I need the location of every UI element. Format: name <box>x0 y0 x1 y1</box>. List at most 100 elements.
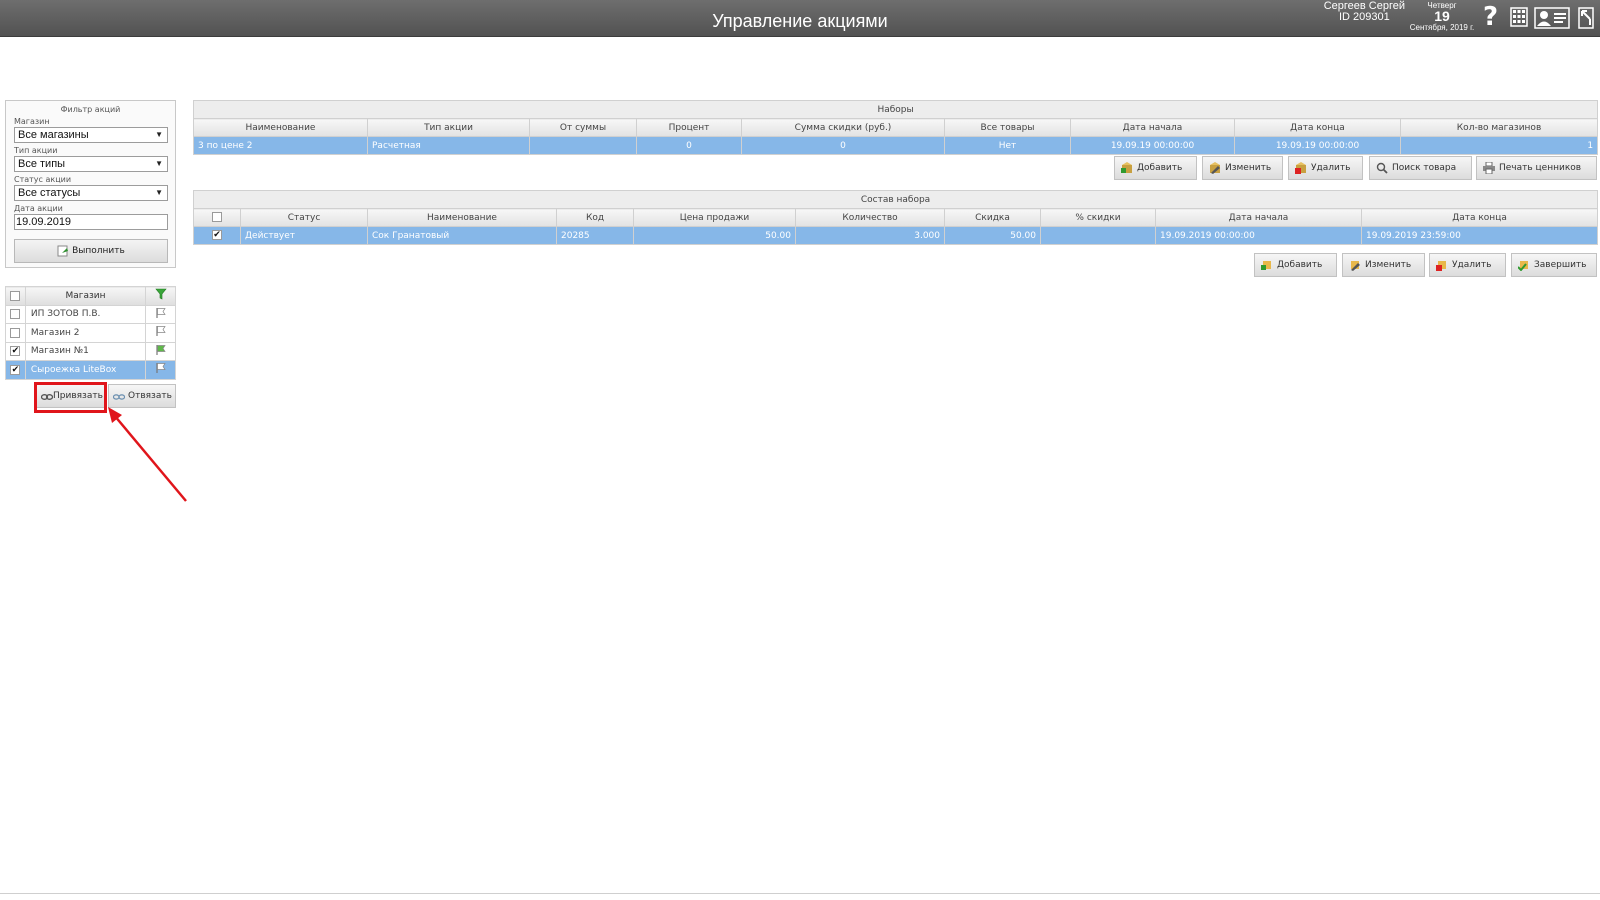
add-item-button[interactable]: Добавить <box>1254 253 1337 277</box>
row-checkbox[interactable]: ✔ <box>193 226 241 245</box>
footer-divider <box>0 893 1600 894</box>
add-label: Добавить <box>1137 163 1183 173</box>
stores-table: Магазин ИП ЗОТОВ П.В. Магазин 2 ✔ Магазин №… <box>5 286 176 380</box>
flag-icon[interactable] <box>145 341 176 361</box>
store-checkbox[interactable] <box>5 323 26 343</box>
highlight-frame <box>34 382 107 413</box>
column-header[interactable]: Скидка <box>944 208 1041 227</box>
column-header[interactable]: Тип акции <box>367 118 530 137</box>
print-label: Печать ценников <box>1499 163 1582 173</box>
table-cell: Расчетная <box>367 136 530 155</box>
column-header[interactable]: Дата начала <box>1155 208 1362 227</box>
flag-icon[interactable] <box>145 304 176 324</box>
table-cell: 0 <box>636 136 742 155</box>
dropdown-arrow-icon: ▼ <box>155 188 163 197</box>
store-column-header[interactable]: Магазин <box>24 286 147 306</box>
current-date: Четверг 19 Сентября, 2019 г. <box>1406 1 1478 32</box>
edit-set-button[interactable]: Изменить <box>1202 156 1283 180</box>
checkbox-box <box>10 309 21 319</box>
delete-set-button[interactable]: Удалить <box>1288 156 1363 180</box>
execute-button[interactable]: Выполнить <box>14 239 168 263</box>
print-tags-button[interactable]: Печать ценников <box>1476 156 1597 180</box>
top-bar: Управление акциями Сергеев Сергей ID 209… <box>0 0 1600 37</box>
checkbox-box: ✔ <box>10 364 21 375</box>
column-header[interactable]: Дата конца <box>1360 208 1599 227</box>
column-header[interactable]: Цена продажи <box>633 208 796 227</box>
add-set-button[interactable]: Добавить <box>1114 156 1197 180</box>
sets-caption: Наборы <box>192 100 1599 119</box>
finish-icon <box>1518 261 1528 271</box>
search-product-button[interactable]: Поиск товара <box>1369 156 1472 180</box>
store-name: Магазин №1 <box>24 341 147 361</box>
table-row[interactable]: ✔ Магазин №1 <box>5 341 176 361</box>
column-header[interactable]: Процент <box>636 118 742 137</box>
column-header[interactable]: % скидки <box>1040 208 1156 227</box>
exit-icon[interactable] <box>1576 5 1596 30</box>
column-header[interactable]: От суммы <box>529 118 637 137</box>
column-header[interactable]: Кол-во магазинов <box>1399 118 1599 137</box>
filter-funnel-icon[interactable] <box>145 286 176 306</box>
type-filter-label: Тип акции <box>14 146 58 155</box>
day-number: 19 <box>1434 8 1450 24</box>
grid-icon[interactable] <box>1509 5 1529 30</box>
table-cell: Нет <box>944 136 1071 155</box>
table-cell: 19.09.2019 23:59:00 <box>1360 226 1599 245</box>
column-header[interactable]: Наименование <box>193 118 368 137</box>
annotation-arrow-icon <box>108 407 187 502</box>
profile-icon[interactable] <box>1534 5 1570 30</box>
execute-label: Выполнить <box>72 246 125 256</box>
table-row[interactable]: ✔ Действует Сок Гранатовый 20285 50.00 3.000 5… <box>193 226 1599 245</box>
store-filter-label: Магазин <box>14 117 50 126</box>
date-filter-input[interactable]: 19.09.2019 <box>14 214 168 230</box>
finish-item-button[interactable]: Завершить <box>1511 253 1597 277</box>
dropdown-arrow-icon: ▼ <box>155 159 163 168</box>
store-checkbox[interactable]: ✔ <box>5 341 26 361</box>
table-row[interactable]: 3 по цене 2 Расчетная 0 0 Нет 19.09.19 00:00:… <box>193 136 1599 155</box>
column-header[interactable]: Сумма скидки (руб.) <box>741 118 945 137</box>
delete-item-button[interactable]: Удалить <box>1429 253 1506 277</box>
column-header[interactable]: Статус <box>240 208 368 227</box>
column-header[interactable]: Количество <box>795 208 945 227</box>
user-id: ID 209301 <box>1338 11 1390 23</box>
composition-header-row: Статус Наименование Код Цена продажи Количес… <box>193 208 1599 227</box>
table-cell: 20285 <box>556 226 634 245</box>
status-filter-value: Все статусы <box>18 187 81 199</box>
column-header[interactable]: Код <box>556 208 634 227</box>
table-cell <box>1040 226 1156 245</box>
delete-label: Удалить <box>1452 260 1492 270</box>
status-filter-select[interactable]: Все статусы ▼ <box>14 185 168 201</box>
checkbox-box: ✔ <box>10 346 21 356</box>
flag-icon[interactable] <box>145 360 176 380</box>
table-row[interactable]: Магазин 2 <box>5 323 176 343</box>
table-row[interactable]: ИП ЗОТОВ П.В. <box>5 304 176 324</box>
user-info: Сергеев Сергей ID 209301 <box>1324 1 1405 23</box>
column-header[interactable]: Все товары <box>944 118 1071 137</box>
table-cell: 50.00 <box>944 226 1041 245</box>
column-header[interactable]: Дата конца <box>1234 118 1401 137</box>
type-filter-value: Все типы <box>18 158 66 170</box>
execute-icon <box>57 245 69 256</box>
store-name: Магазин 2 <box>24 323 147 343</box>
store-checkbox[interactable]: ✔ <box>5 360 26 380</box>
sets-header-row: Наименование Тип акции От суммы Процент Сумм… <box>193 118 1599 137</box>
edit-label: Изменить <box>1225 163 1272 173</box>
table-cell <box>529 136 637 155</box>
add-icon <box>1261 261 1271 270</box>
column-header[interactable]: Дата начала <box>1070 118 1235 137</box>
type-filter-select[interactable]: Все типы ▼ <box>14 156 168 172</box>
store-name: ИП ЗОТОВ П.В. <box>24 304 147 324</box>
edit-item-button[interactable]: Изменить <box>1342 253 1425 277</box>
store-checkbox[interactable] <box>5 304 26 324</box>
select-all-checkbox[interactable] <box>5 286 26 306</box>
store-name: Сыроежка LiteBox <box>24 360 147 380</box>
flag-icon[interactable] <box>145 323 176 343</box>
table-cell: 1 <box>1399 136 1599 155</box>
checkbox-box <box>10 290 21 301</box>
table-row[interactable]: ✔ Сыроежка LiteBox <box>5 360 176 380</box>
column-header[interactable]: Наименование <box>367 208 557 227</box>
store-filter-value: Все магазины <box>18 129 89 141</box>
select-all-checkbox[interactable] <box>193 208 241 227</box>
store-filter-select[interactable]: Все магазины ▼ <box>14 127 168 143</box>
edit-icon <box>1210 162 1220 174</box>
help-icon[interactable]: ? <box>1483 4 1503 30</box>
